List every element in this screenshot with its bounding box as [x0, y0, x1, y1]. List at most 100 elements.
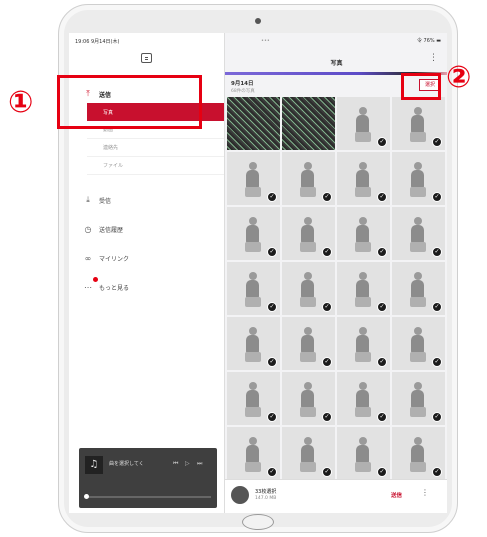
photo-figure: [411, 335, 424, 353]
photo-thumbnail[interactable]: ✓: [337, 207, 390, 260]
photo-thumbnail[interactable]: ✓: [392, 372, 445, 425]
photo-figure: [249, 272, 257, 280]
photo-thumbnail[interactable]: ✓: [282, 207, 335, 260]
photo-figure: [246, 445, 259, 463]
more-vertical-icon[interactable]: ⋮: [421, 488, 429, 497]
annotation-box-1: [57, 75, 202, 129]
photo-figure: [300, 352, 316, 362]
photo-figure: [301, 445, 314, 463]
photo-thumbnail[interactable]: ✓: [337, 372, 390, 425]
sidebar-item-mylink[interactable]: ∞ マイリンク: [69, 251, 224, 265]
checkmark-icon[interactable]: ✓: [432, 467, 442, 477]
skip-back-icon[interactable]: ⏮: [173, 460, 178, 468]
photo-figure: [410, 407, 426, 417]
photo-thumbnail[interactable]: ✓: [392, 317, 445, 370]
photo-thumbnail[interactable]: ✓: [227, 372, 280, 425]
checkmark-icon[interactable]: ✓: [377, 192, 387, 202]
skip-forward-icon[interactable]: ⏭: [197, 460, 202, 468]
photo-figure: [246, 335, 259, 353]
more-vertical-icon[interactable]: ⋮: [429, 53, 438, 63]
photo-thumbnail[interactable]: ✓: [392, 97, 445, 150]
photo-thumbnail[interactable]: ✓: [282, 262, 335, 315]
photo-thumbnail[interactable]: ✓: [392, 262, 445, 315]
sidebar-item-more[interactable]: ⋯ もっと見る: [69, 280, 224, 294]
photo-thumbnail[interactable]: ✓: [337, 427, 390, 480]
checkmark-icon[interactable]: ✓: [322, 357, 332, 367]
submenu-contacts[interactable]: 連絡先: [87, 139, 224, 157]
submenu-files[interactable]: ファイル: [87, 157, 224, 175]
photo-figure: [301, 280, 314, 298]
photo-thumbnail[interactable]: ✓: [227, 317, 280, 370]
checkmark-icon[interactable]: ✓: [322, 467, 332, 477]
checkmark-icon[interactable]: ✓: [432, 137, 442, 147]
checkmark-icon[interactable]: ✓: [322, 302, 332, 312]
photo-thumbnail[interactable]: ✓: [282, 427, 335, 480]
photo-thumbnail[interactable]: ✓: [392, 152, 445, 205]
checkmark-icon[interactable]: ✓: [267, 412, 277, 422]
checkmark-icon[interactable]: ✓: [267, 192, 277, 202]
photo-figure: [304, 327, 312, 335]
home-button[interactable]: [242, 514, 274, 530]
photo-thumbnail[interactable]: [282, 97, 335, 150]
checkmark-icon[interactable]: ✓: [377, 467, 387, 477]
photo-figure: [304, 217, 312, 225]
checkmark-icon[interactable]: ✓: [377, 412, 387, 422]
checkmark-icon[interactable]: ✓: [432, 412, 442, 422]
photo-thumbnail[interactable]: ✓: [337, 152, 390, 205]
selection-size: 147.0 MB: [255, 496, 277, 501]
checkmark-icon[interactable]: ✓: [322, 247, 332, 257]
checkmark-icon[interactable]: ✓: [322, 412, 332, 422]
photo-thumbnail[interactable]: [227, 97, 280, 150]
section-subtitle: 68件の写真: [231, 89, 255, 94]
photo-thumbnail[interactable]: ✓: [337, 262, 390, 315]
checkmark-icon[interactable]: ✓: [432, 302, 442, 312]
photo-thumbnail[interactable]: ✓: [337, 317, 390, 370]
player-title: 曲を選択してく: [109, 461, 144, 467]
more-dots-icon: ⋯: [84, 282, 92, 292]
photo-figure: [245, 242, 261, 252]
photo-figure: [359, 272, 367, 280]
compose-icon[interactable]: [141, 53, 152, 63]
checkmark-icon[interactable]: ✓: [267, 247, 277, 257]
annotation-label-2: ②: [446, 60, 472, 95]
section-date: 9月14日: [231, 81, 254, 87]
photo-thumbnail[interactable]: ✓: [227, 152, 280, 205]
checkmark-icon[interactable]: ✓: [432, 247, 442, 257]
play-icon[interactable]: ▷: [185, 460, 190, 467]
photo-figure: [249, 327, 257, 335]
photo-thumbnail[interactable]: ✓: [282, 317, 335, 370]
sidebar-item-history[interactable]: ◷ 送信履歴: [69, 222, 224, 236]
checkmark-icon[interactable]: ✓: [267, 467, 277, 477]
photo-thumbnail[interactable]: ✓: [227, 262, 280, 315]
sidebar-item-receive[interactable]: ⤓ 受信: [69, 193, 224, 207]
photo-figure: [301, 170, 314, 188]
checkmark-icon[interactable]: ✓: [432, 357, 442, 367]
photo-figure: [355, 462, 371, 472]
status-time: 19:06 9月14日(木): [75, 39, 120, 45]
checkmark-icon[interactable]: ✓: [377, 247, 387, 257]
photo-figure: [356, 280, 369, 298]
checkmark-icon[interactable]: ✓: [267, 357, 277, 367]
photo-thumbnail[interactable]: ✓: [392, 427, 445, 480]
checkmark-icon[interactable]: ✓: [432, 192, 442, 202]
player-progress-bar[interactable]: [85, 496, 211, 498]
photo-figure: [410, 187, 426, 197]
checkmark-icon[interactable]: ✓: [377, 357, 387, 367]
checkmark-icon[interactable]: ✓: [377, 302, 387, 312]
checkmark-icon[interactable]: ✓: [377, 137, 387, 147]
photo-thumbnail[interactable]: ✓: [227, 427, 280, 480]
photo-thumbnail[interactable]: ✓: [282, 372, 335, 425]
photo-thumbnail[interactable]: ✓: [392, 207, 445, 260]
photo-thumbnail[interactable]: ✓: [282, 152, 335, 205]
photo-thumbnail[interactable]: ✓: [227, 207, 280, 260]
send-button[interactable]: 送信: [391, 491, 402, 499]
photo-figure: [301, 390, 314, 408]
player-progress-knob[interactable]: [84, 494, 89, 499]
checkmark-icon[interactable]: ✓: [322, 192, 332, 202]
photo-figure: [410, 132, 426, 142]
checkmark-icon[interactable]: ✓: [267, 302, 277, 312]
music-player[interactable]: ♫ 曲を選択してく ⏮ ▷ ⏭: [79, 448, 217, 508]
photo-thumbnail[interactable]: ✓: [337, 97, 390, 150]
selection-thumbnail: [231, 486, 249, 504]
photo-figure: [414, 382, 422, 390]
